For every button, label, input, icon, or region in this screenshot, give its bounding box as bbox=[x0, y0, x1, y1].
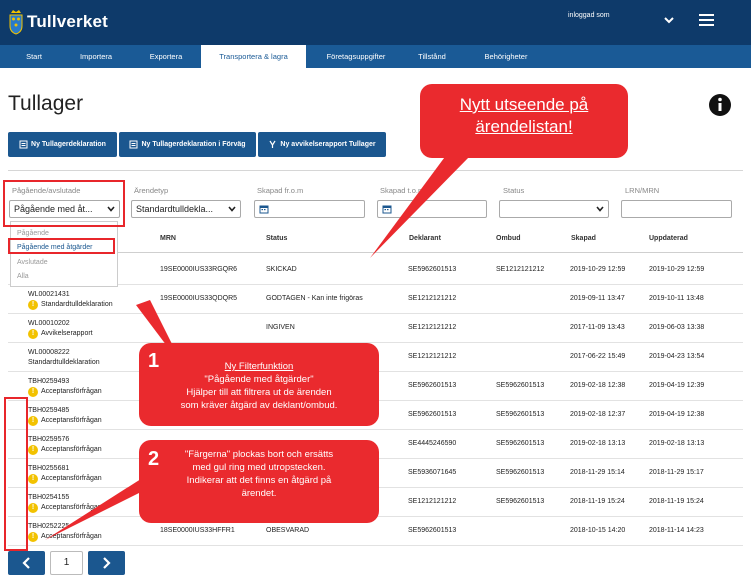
big-callout-pointer bbox=[370, 150, 470, 258]
callout-line: "Färgerna" plockas bort och ersätts bbox=[184, 449, 334, 460]
highlight-filter-box bbox=[3, 180, 125, 227]
callout-title: Ny Filterfunktion bbox=[224, 361, 294, 372]
callout-line: med gul ring med utropstecken. bbox=[192, 462, 326, 473]
highlight-warning-column bbox=[4, 397, 28, 551]
filter-callout: 1 Ny Filterfunktion "Pågående med åtgärd… bbox=[139, 343, 379, 426]
warning-callout: 2 "Färgerna" plockas bort och ersätts me… bbox=[139, 440, 379, 523]
callout-line: Nytt utseende på bbox=[459, 95, 589, 114]
new-look-callout: Nytt utseende på ärendelistan! bbox=[420, 84, 628, 158]
callout-line: Hjälper till att filtrera ut de ärenden bbox=[186, 387, 332, 398]
callout-line: ärendet. bbox=[241, 488, 277, 499]
callout-line: Indikerar att det finns en åtgärd på bbox=[186, 475, 332, 486]
callout-line: som kräver åtgärd av deklant/ombud. bbox=[180, 400, 338, 411]
callout-line: "Pågående med åtgärder" bbox=[204, 374, 314, 385]
callout-line: ärendelistan! bbox=[475, 117, 573, 136]
highlight-option-box bbox=[8, 238, 115, 254]
